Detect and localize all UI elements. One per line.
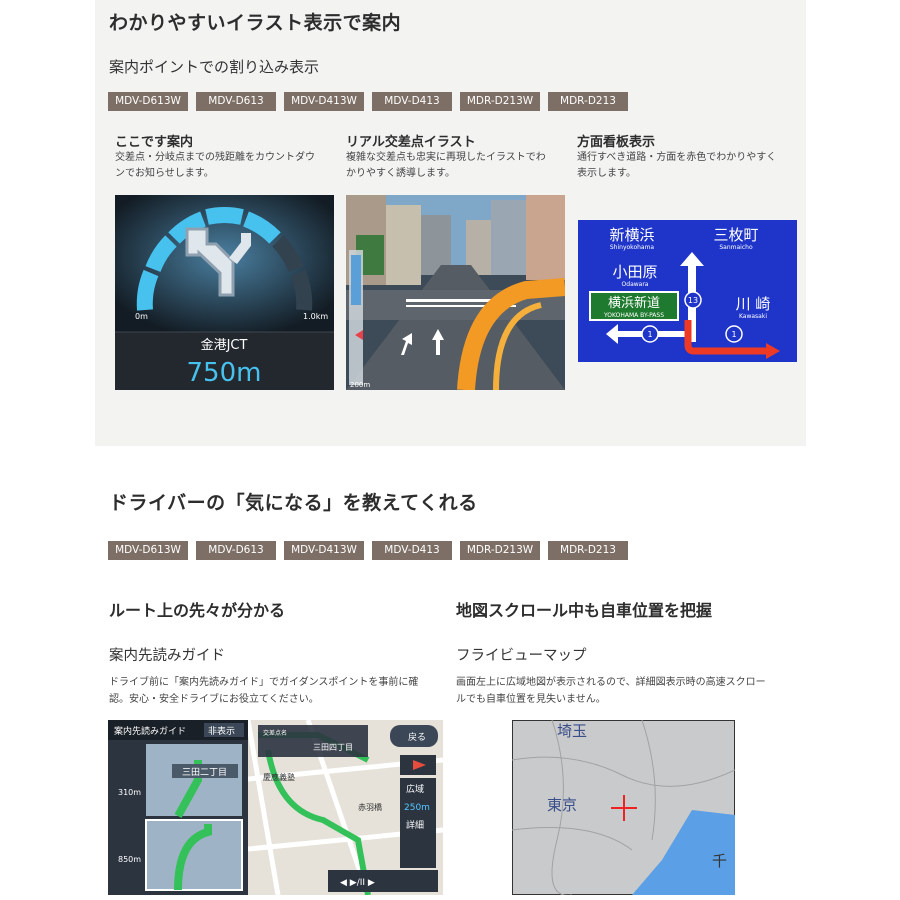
guide-preview-label: 案内先読みガイド [114, 725, 186, 737]
model-badges-2: MDV-D613W MDV-D613 MDV-D413W MDV-D413 MD… [108, 541, 628, 560]
distance-marker: 310m [118, 788, 141, 797]
model-badges-1: MDV-D613W MDV-D613 MDV-D413W MDV-D413 MD… [108, 92, 628, 111]
model-badge: MDV-D413W [284, 92, 364, 111]
svg-text:川 崎: 川 崎 [736, 295, 771, 313]
feature-title: リアル交差点イラスト [346, 135, 476, 150]
guide-preview-screenshot: 案内先読みガイド 非表示 三田二丁目 310m 850m 交差点名 三田四丁目 … [108, 720, 443, 895]
model-badge: MDV-D413W [284, 541, 364, 560]
feature-text: 複雑な交差点も忠実に再現したイラストでわ かりやすく誘導します。 [346, 152, 546, 179]
svg-text:慶應義塾: 慶應義塾 [263, 772, 295, 782]
model-badge: MDV-D413 [372, 92, 452, 111]
scale-label: 200m [350, 381, 370, 389]
intersection-illustration: 200m [346, 195, 565, 390]
model-badge: MDV-D413 [372, 541, 452, 560]
svg-text:Kawasaki: Kawasaki [739, 313, 767, 320]
model-badge: MDR-D213W [460, 92, 540, 111]
countdown-illustration: 0m 1.0km 金港JCT 750m [115, 195, 334, 390]
feature-heading-right: 地図スクロール中も自車位置を把握 [456, 601, 713, 620]
feature-desc-right: 画面左上に広域地図が表示されるので、詳細図表示時の高速スクロー ルでも自車位置を見… [456, 677, 766, 705]
scale-start: 0m [135, 312, 148, 321]
feature-subheading-left: 案内先読みガイド [109, 648, 225, 664]
scale-end: 1.0km [303, 312, 328, 321]
map-label: 東京 [547, 796, 577, 814]
model-badge: MDV-D613 [196, 541, 276, 560]
junction-name: 金港JCT [201, 337, 248, 353]
fly-view-map: 埼玉 東京 千 [512, 720, 735, 895]
wide-button: 広域 [406, 783, 424, 795]
model-badge: MDV-D613W [108, 541, 188, 560]
model-badge: MDV-D613W [108, 92, 188, 111]
model-badge: MDR-D213W [460, 541, 540, 560]
svg-text:交差点名: 交差点名 [263, 729, 287, 737]
section1-subtitle: 案内ポイントでの割り込み表示 [109, 58, 320, 76]
svg-text:Sanmaicho: Sanmaicho [719, 244, 753, 251]
map-scale: 250m [404, 803, 430, 813]
direction-sign-illustration: 新横浜 Shinyokohama 三枚町 Sanmaicho 小田原 Odawa… [578, 220, 797, 362]
section2-title: ドライバーの「気になる」を教えてくれる [109, 492, 478, 514]
feature-desc-left: ドライブ前に「案内先読みガイド」でガイダンスポイントを事前に確 認。安心・安全ドラ… [109, 677, 419, 705]
svg-text:13: 13 [688, 296, 698, 305]
section1-title: わかりやすいイラスト表示で案内 [109, 12, 402, 34]
svg-text:三田二丁目: 三田二丁目 [182, 767, 227, 778]
feature-text: 通行すべき道路・方面を赤色でわかりやすく 表示します。 [577, 152, 777, 179]
svg-text:Odawara: Odawara [622, 281, 649, 288]
feature-heading-left: ルート上の先々が分かる [109, 601, 286, 620]
model-badge: MDR-D213 [548, 92, 628, 111]
svg-text:三田四丁目: 三田四丁目 [313, 743, 353, 752]
svg-text:小田原: 小田原 [612, 263, 657, 281]
map-label: 千 [712, 852, 727, 870]
svg-text:1: 1 [731, 330, 736, 339]
feature-text: 交差点・分岐点までの残距離をカウントダウ ンでお知らせします。 [115, 152, 315, 179]
distance-marker: 850m [118, 855, 141, 864]
svg-text:三枚町: 三枚町 [713, 226, 758, 244]
svg-text:赤羽橋: 赤羽橋 [358, 802, 382, 812]
svg-text:1: 1 [647, 330, 652, 339]
back-button: 戻る [408, 731, 426, 743]
detail-button: 詳細 [406, 819, 424, 831]
svg-text:Shinyokohama: Shinyokohama [610, 244, 655, 251]
model-badge: MDV-D613 [196, 92, 276, 111]
model-badge: MDR-D213 [548, 541, 628, 560]
svg-text:YOKOHAMA BY-PASS: YOKOHAMA BY-PASS [603, 312, 664, 319]
map-label: 埼玉 [557, 722, 587, 740]
remaining-distance: 750m [187, 358, 262, 388]
svg-text:新横浜: 新横浜 [609, 226, 654, 244]
svg-text:横浜新道: 横浜新道 [608, 295, 660, 311]
svg-text:◀ ▶/II ▶: ◀ ▶/II ▶ [340, 878, 375, 888]
feature-title: 方面看板表示 [577, 135, 656, 150]
feature-title: ここです案内 [115, 135, 194, 150]
feature-subheading-right: フライビューマップ [456, 648, 587, 664]
hide-button: 非表示 [208, 725, 235, 737]
